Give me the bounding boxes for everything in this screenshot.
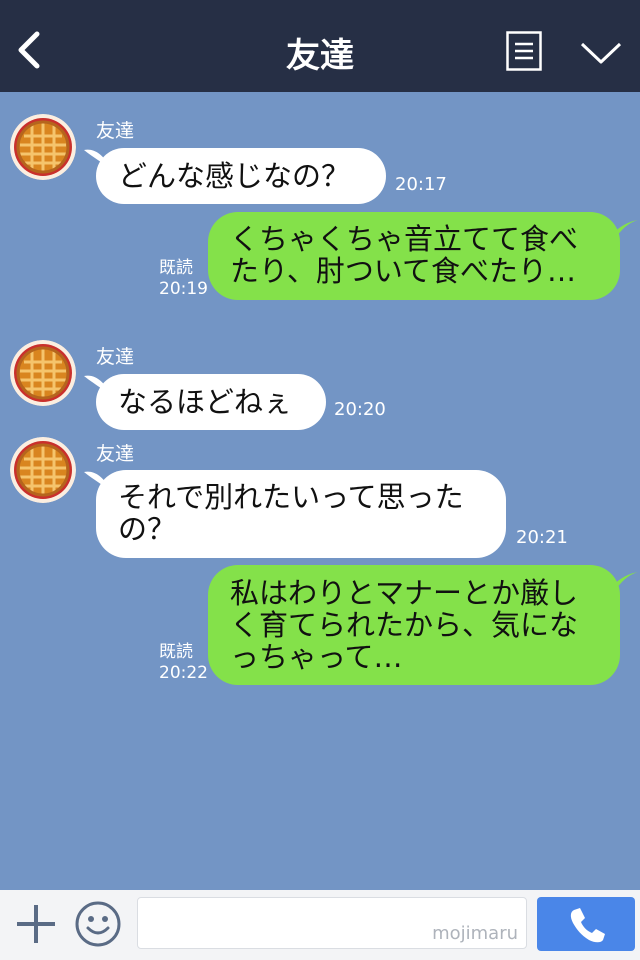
chevron-down-icon bbox=[580, 42, 622, 64]
message-text: どんな感じなの？ bbox=[118, 159, 351, 193]
message-text: なるほどねぇ bbox=[118, 385, 293, 419]
message-bubble[interactable]: くちゃくちゃ音立てて食べ たり、肘ついて食べたり… bbox=[208, 212, 620, 300]
message-time: 20:21 bbox=[516, 527, 568, 548]
collapse-button[interactable] bbox=[578, 38, 624, 68]
watermark-text: mojimaru bbox=[432, 923, 518, 944]
sender-name: 友達 bbox=[96, 120, 135, 142]
message-time: 20:17 bbox=[395, 174, 447, 195]
plus-icon bbox=[17, 905, 55, 943]
list-menu-icon bbox=[506, 31, 542, 71]
message-text-line: 私はわりとマナーとか厳し bbox=[230, 576, 579, 610]
phone-icon bbox=[570, 908, 605, 943]
friend-avatar[interactable] bbox=[10, 340, 76, 406]
message-input[interactable]: mojimaru bbox=[137, 897, 527, 949]
message-text-line: の？ bbox=[118, 512, 177, 546]
smiley-icon bbox=[75, 901, 121, 947]
read-receipt: 既読 20:19 bbox=[159, 258, 208, 299]
chat-title: 友達 bbox=[286, 36, 354, 76]
message-bubble[interactable]: 私はわりとマナーとか厳し く育てられたから、気にな っちゃって… bbox=[208, 565, 620, 685]
sender-name: 友達 bbox=[96, 443, 135, 465]
message-bubble[interactable]: それで別れたいって思った の？ bbox=[96, 470, 506, 558]
menu-button[interactable] bbox=[506, 31, 542, 71]
message-time: 20:22 bbox=[159, 663, 208, 683]
add-button[interactable] bbox=[14, 902, 58, 946]
message-text-line: たり、肘ついて食べたり… bbox=[230, 254, 576, 288]
friend-avatar[interactable] bbox=[10, 114, 76, 180]
read-receipt: 既読 20:22 bbox=[159, 642, 208, 683]
message-time: 20:19 bbox=[159, 279, 208, 299]
chat-header: 友達 bbox=[0, 0, 640, 92]
message-text-line: く育てられたから、気にな bbox=[230, 608, 579, 642]
friend-avatar[interactable] bbox=[10, 437, 76, 503]
message-text-line: っちゃって… bbox=[230, 640, 403, 674]
sender-name: 友達 bbox=[96, 346, 135, 368]
message-time: 20:20 bbox=[334, 399, 386, 420]
call-button[interactable] bbox=[537, 897, 635, 951]
message-text-line: くちゃくちゃ音立てて食べ bbox=[230, 222, 579, 256]
sticker-button[interactable] bbox=[74, 900, 122, 948]
message-bubble[interactable]: なるほどねぇ bbox=[96, 374, 326, 430]
message-text-line: それで別れたいって思った bbox=[118, 480, 464, 514]
message-bubble[interactable]: どんな感じなの？ bbox=[96, 148, 386, 204]
